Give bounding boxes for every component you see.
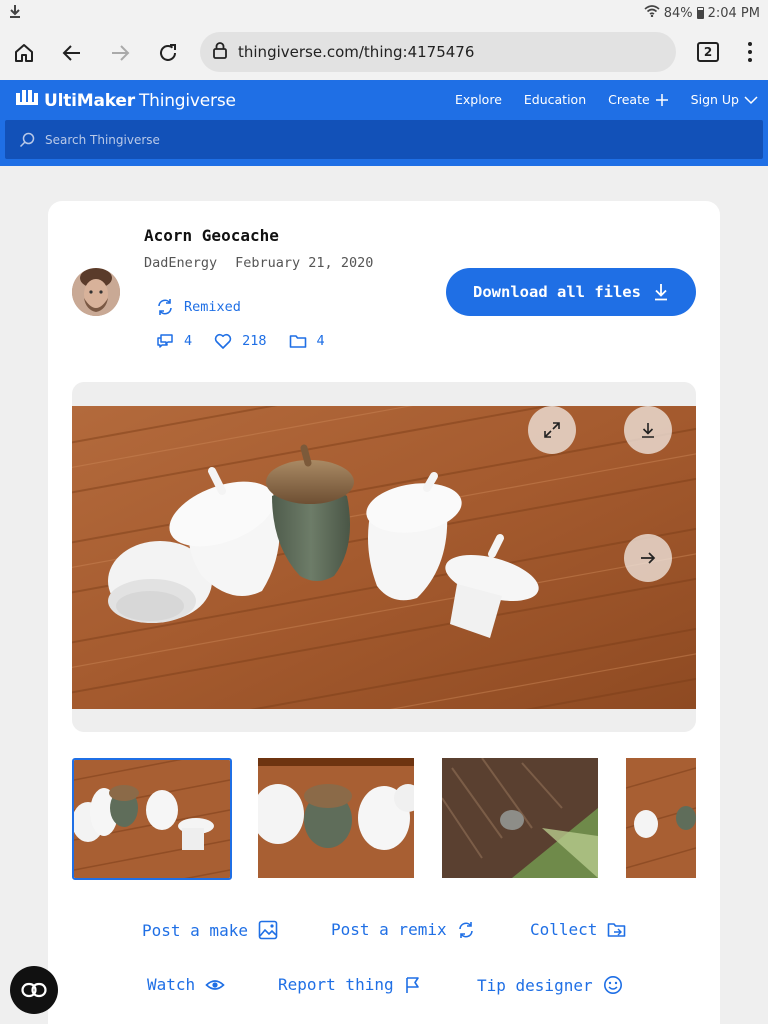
thumbnail[interactable] [72, 758, 232, 880]
status-indicators: 84% 2:04 PM [644, 5, 760, 21]
arrow-right-icon [641, 552, 656, 564]
site-header: UltiMaker Thingiverse Explore Education … [0, 80, 768, 166]
download-icon [654, 284, 667, 301]
address-bar[interactable]: thingiverse.com/thing:4175476 [200, 32, 676, 72]
floating-action-button[interactable] [10, 966, 58, 1014]
post-remix-label: Post a remix [331, 920, 447, 939]
ultimaker-logo-icon [16, 90, 38, 111]
search-placeholder: Search Thingiverse [45, 132, 160, 147]
forward-arrow-icon [112, 45, 130, 61]
site-logo[interactable]: UltiMaker Thingiverse [16, 90, 236, 111]
next-image-button[interactable] [624, 534, 672, 582]
back-button[interactable] [48, 29, 96, 77]
thing-meta: DadEnergy February 21, 2020 [144, 255, 373, 271]
nav-sign-up-label: Sign Up [690, 92, 739, 107]
remix-icon [158, 299, 172, 315]
comments-icon [157, 334, 173, 348]
clock: 2:04 PM [707, 5, 760, 21]
image-download-button[interactable] [624, 406, 672, 454]
post-make-link[interactable]: Post a make [142, 920, 278, 940]
browser-toolbar: thingiverse.com/thing:4175476 2 [0, 26, 768, 80]
heart-icon [214, 333, 232, 349]
lock-icon [212, 41, 228, 63]
watch-label: Watch [147, 975, 196, 994]
battery-icon [696, 7, 704, 19]
author-link[interactable]: DadEnergy [144, 255, 217, 271]
report-thing-link[interactable]: Report thing [278, 975, 422, 994]
likes-stat[interactable]: 218 [214, 333, 267, 349]
page-title: Acorn Geocache [144, 226, 279, 245]
expand-icon [544, 422, 560, 438]
thumbnail[interactable] [258, 758, 414, 880]
chevron-down-icon [744, 95, 758, 104]
android-status-bar: 84% 2:04 PM [0, 0, 768, 26]
nav-create[interactable]: Create [608, 92, 669, 107]
thing-stats: 4 218 4 [156, 333, 325, 349]
download-all-label: Download all files [473, 283, 641, 301]
home-button[interactable] [0, 29, 48, 77]
nav-create-label: Create [608, 92, 650, 107]
download-icon [642, 423, 654, 438]
publish-date: February 21, 2020 [235, 255, 374, 271]
folder-icon [289, 335, 306, 348]
wifi-icon [644, 5, 660, 21]
tip-label: Tip designer [477, 975, 593, 995]
fullscreen-button[interactable] [528, 406, 576, 454]
tab-switcher-button[interactable]: 2 [697, 42, 719, 62]
post-remix-link[interactable]: Post a remix [331, 920, 475, 939]
download-notification-icon [8, 4, 22, 22]
nav-education[interactable]: Education [524, 92, 586, 107]
search-input[interactable]: Search Thingiverse [5, 120, 763, 159]
comments-stat[interactable]: 4 [156, 333, 192, 349]
collect-label: Collect [530, 920, 598, 939]
battery-percent: 84% [663, 5, 693, 21]
collections-count: 4 [316, 333, 325, 349]
plus-icon [655, 93, 668, 106]
link-icon [21, 982, 47, 998]
top-navigation: Explore Education Create Sign Up [455, 92, 758, 107]
reload-icon [160, 44, 176, 61]
thumbnail[interactable] [626, 758, 696, 880]
collect-link[interactable]: Collect [530, 920, 627, 939]
home-icon [15, 44, 33, 62]
remix-icon [458, 921, 473, 938]
thumbnail[interactable] [442, 758, 598, 880]
brand-product: Thingiverse [138, 90, 236, 111]
report-label: Report thing [278, 975, 394, 994]
reload-button[interactable] [144, 29, 192, 77]
tip-designer-link[interactable]: Tip designer [477, 975, 623, 995]
smiley-icon [603, 976, 622, 994]
nav-sign-up[interactable]: Sign Up [691, 92, 758, 107]
collect-folder-icon [608, 922, 626, 937]
remixed-label: Remixed [184, 299, 241, 315]
comments-count: 4 [184, 333, 193, 349]
watch-link[interactable]: Watch [147, 975, 225, 994]
url-text: thingiverse.com/thing:4175476 [238, 43, 475, 61]
eye-icon [205, 979, 225, 990]
forward-button[interactable] [96, 29, 144, 77]
likes-count: 218 [242, 333, 267, 349]
flag-icon [405, 976, 419, 993]
nav-explore[interactable]: Explore [455, 92, 502, 107]
download-all-button[interactable]: Download all files [446, 268, 696, 316]
image-gallery [72, 382, 696, 732]
browser-menu-button[interactable] [738, 36, 762, 68]
thumbnail-strip [72, 758, 696, 882]
brand-name: UltiMaker [44, 90, 135, 111]
main-photo[interactable] [72, 382, 696, 732]
collections-stat[interactable]: 4 [289, 333, 325, 349]
post-make-label: Post a make [142, 920, 248, 940]
back-arrow-icon [62, 45, 80, 61]
image-icon [258, 920, 278, 940]
avatar[interactable] [72, 268, 120, 316]
search-icon [19, 132, 35, 148]
remixed-link[interactable]: Remixed [156, 298, 241, 316]
